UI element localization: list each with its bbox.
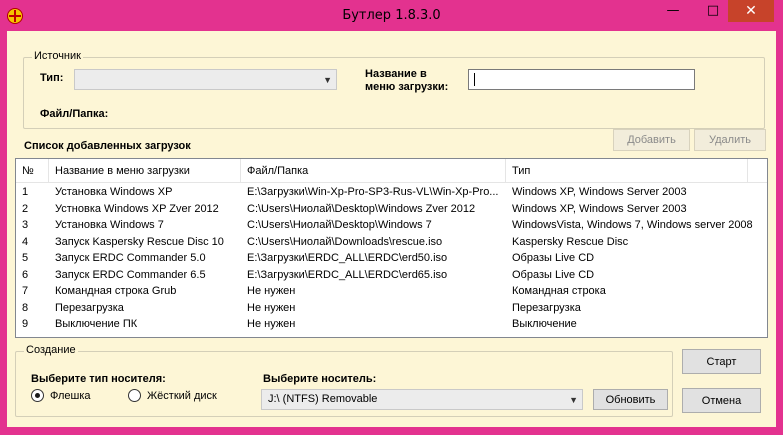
row-path: Не нужен bbox=[247, 318, 296, 330]
row-type: Windows XP, Windows Server 2003 bbox=[512, 202, 687, 215]
device-dropdown-value: J:\ (NTFS) Removable bbox=[268, 393, 378, 405]
flash-radio[interactable] bbox=[31, 389, 44, 402]
source-group-legend: Источник bbox=[32, 50, 83, 62]
list-title: Список добавленных загрузок bbox=[24, 140, 191, 152]
delete-button[interactable]: Удалить bbox=[694, 129, 766, 151]
table-row[interactable]: 2 Устновка Windows XP Zver 2012 C:\Users\Н… bbox=[16, 201, 767, 218]
flash-radio-label[interactable]: Флешка bbox=[50, 390, 91, 402]
client-area: Источник Тип: ▼ Название в меню загрузки… bbox=[7, 31, 776, 427]
refresh-button[interactable]: Обновить bbox=[593, 389, 668, 410]
row-menu-name: Выключение ПК bbox=[55, 318, 138, 330]
row-number: 5 bbox=[22, 252, 29, 264]
close-button[interactable]: ✕ bbox=[728, 0, 774, 22]
row-type: WindowsVista, Windows 7, Windows server … bbox=[512, 219, 753, 231]
row-number: 1 bbox=[22, 186, 29, 198]
row-path: C:\Users\Ниолай\Desktop\Windows 7 bbox=[247, 219, 432, 231]
type-dropdown[interactable]: ▼ bbox=[74, 69, 337, 90]
row-type: Windows XP, Windows Server 2003 bbox=[512, 186, 687, 198]
maximize-button[interactable]: □ bbox=[698, 0, 728, 22]
path-label: Файл/Папка: bbox=[40, 108, 109, 120]
table-row[interactable]: 3 Установка Windows 7 C:\Users\Ниолай\Desk… bbox=[16, 217, 767, 234]
table-row[interactable]: 6 Запуск ERDC Commander 6.5 E:\Загрузки\ER… bbox=[16, 267, 767, 284]
menu-name-label-line1: Название в bbox=[365, 68, 427, 80]
title-bar[interactable]: Бутлер 1.8.3.0 — □ ✕ bbox=[0, 0, 783, 31]
minimize-button[interactable]: — bbox=[660, 0, 686, 22]
row-path: Не нужен bbox=[247, 301, 296, 314]
row-type: Перезагрузка bbox=[512, 301, 581, 314]
boot-entries-list[interactable]: № Название в меню загрузки Файл/Папка Ти… bbox=[15, 158, 768, 338]
type-label: Тип: bbox=[40, 72, 64, 84]
table-row[interactable]: 8 Перезагрузка Не нужен Перезагрузка bbox=[16, 300, 767, 317]
row-path: Не нужен bbox=[247, 285, 296, 297]
row-menu-name: Устновка Windows XP Zver 2012 bbox=[55, 202, 219, 215]
table-row[interactable]: 4 Запуск Kaspersky Rescue Disc 10 C:\Users… bbox=[16, 234, 767, 251]
row-menu-name: Перезагрузка bbox=[55, 301, 124, 314]
menu-name-label-line2: меню загрузки: bbox=[365, 81, 449, 93]
device-label: Выберите носитель: bbox=[263, 373, 377, 385]
row-number: 2 bbox=[22, 202, 29, 215]
text-caret bbox=[474, 73, 475, 86]
row-path: E:\Загрузки\Win-Xp-Pro-SP3-Rus-VL\Win-Xp… bbox=[247, 186, 499, 198]
row-path: E:\Загрузки\ERDC_ALL\ERDC\erd50.iso bbox=[247, 252, 448, 264]
cancel-button[interactable]: Отмена bbox=[682, 388, 761, 413]
chevron-down-icon: ▼ bbox=[569, 394, 578, 405]
row-menu-name: Командная строка Grub bbox=[55, 285, 177, 297]
row-number: 7 bbox=[22, 285, 29, 297]
row-number: 6 bbox=[22, 268, 29, 281]
column-header-menu-name[interactable]: Название в меню загрузки bbox=[49, 159, 241, 183]
table-row[interactable]: 5 Запуск ERDC Commander 5.0 E:\Загрузки\ER… bbox=[16, 250, 767, 267]
row-menu-name: Запуск ERDC Commander 6.5 bbox=[55, 268, 206, 281]
row-menu-name: Установка Windows XP bbox=[55, 186, 173, 198]
table-row[interactable]: 7 Командная строка Grub Не нужен Командная … bbox=[16, 283, 767, 300]
hdd-radio[interactable] bbox=[128, 389, 141, 402]
start-button[interactable]: Старт bbox=[682, 349, 761, 374]
device-dropdown[interactable]: J:\ (NTFS) Removable ▼ bbox=[261, 389, 583, 410]
row-number: 8 bbox=[22, 301, 29, 314]
list-header: № Название в меню загрузки Файл/Папка Ти… bbox=[16, 159, 767, 183]
row-number: 3 bbox=[22, 219, 29, 231]
app-window: Бутлер 1.8.3.0 — □ ✕ Источник Тип: ▼ Наз… bbox=[0, 0, 783, 435]
row-type: Образы Live CD bbox=[512, 268, 595, 281]
row-number: 4 bbox=[22, 235, 29, 248]
row-type: Образы Live CD bbox=[512, 252, 595, 264]
media-type-label: Выберите тип носителя: bbox=[31, 373, 166, 385]
row-path: E:\Загрузки\ERDC_ALL\ERDC\erd65.iso bbox=[247, 268, 448, 281]
table-row[interactable]: 1 Установка Windows XP E:\Загрузки\Win-Xp-… bbox=[16, 184, 767, 201]
column-header-type[interactable]: Тип bbox=[506, 159, 748, 183]
row-menu-name: Установка Windows 7 bbox=[55, 219, 164, 231]
menu-name-label: Название в меню загрузки: bbox=[365, 68, 448, 94]
chevron-down-icon: ▼ bbox=[323, 74, 332, 85]
row-menu-name: Запуск ERDC Commander 5.0 bbox=[55, 252, 206, 264]
menu-name-input[interactable] bbox=[468, 69, 695, 90]
create-group-legend: Создание bbox=[24, 344, 78, 356]
row-path: C:\Users\Ниолай\Desktop\Windows Zver 201… bbox=[247, 202, 476, 215]
row-type: Выключение bbox=[512, 318, 577, 330]
add-button[interactable]: Добавить bbox=[613, 129, 690, 151]
column-header-path[interactable]: Файл/Папка bbox=[241, 159, 506, 183]
table-row[interactable]: 9 Выключение ПК Не нужен Выключение bbox=[16, 316, 767, 333]
column-header-number[interactable]: № bbox=[16, 159, 49, 183]
row-menu-name: Запуск Kaspersky Rescue Disc 10 bbox=[55, 235, 224, 248]
row-path: C:\Users\Ниолай\Downloads\rescue.iso bbox=[247, 235, 443, 248]
row-type: Командная строка bbox=[512, 285, 606, 297]
row-number: 9 bbox=[22, 318, 29, 330]
hdd-radio-label[interactable]: Жёсткий диск bbox=[147, 390, 217, 402]
row-type: Kaspersky Rescue Disc bbox=[512, 235, 629, 248]
